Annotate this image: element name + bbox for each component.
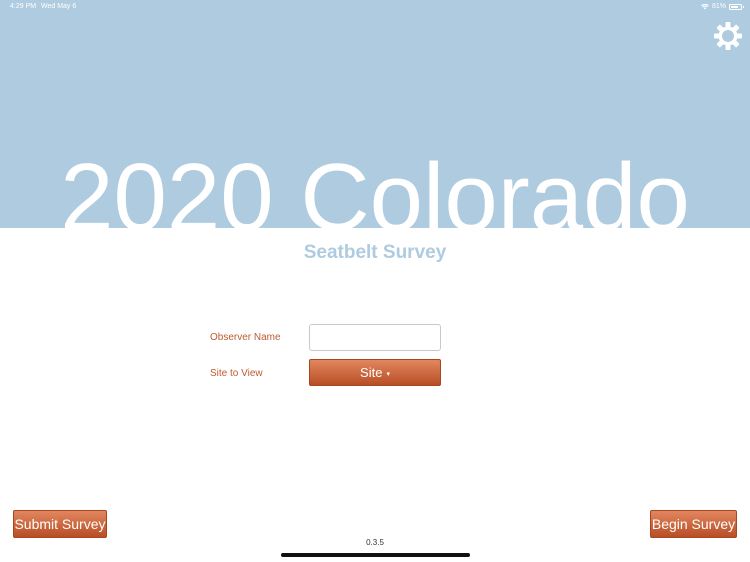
begin-survey-button[interactable]: Begin Survey [650, 510, 737, 538]
submit-survey-button[interactable]: Submit Survey [13, 510, 107, 538]
observer-name-label: Observer Name [210, 332, 281, 343]
status-bar: 4:29 PM Wed May 6 81% [0, 0, 750, 14]
page-title-text: 2020 Colorado [60, 150, 690, 228]
observer-name-input[interactable] [309, 324, 441, 351]
caret-down-icon: ▾ [386, 370, 390, 378]
version-label: 0.3.5 [366, 538, 384, 547]
battery-percent: 81% [711, 3, 726, 10]
status-time: 4:29 PM [10, 3, 37, 10]
battery-icon [729, 3, 744, 10]
status-date: Wed May 6 [41, 3, 77, 10]
status-indicators: 81% [700, 3, 744, 10]
site-dropdown-button[interactable]: Site ▾ [309, 359, 441, 386]
gear-icon [714, 22, 742, 50]
home-indicator[interactable] [281, 553, 470, 557]
site-button-label: Site [360, 365, 383, 380]
page-subtitle: Seatbelt Survey [303, 242, 447, 263]
site-to-view-label: Site to View [210, 368, 263, 379]
settings-button[interactable] [710, 18, 746, 54]
wifi-icon [700, 3, 709, 9]
page-title: 2020 Colorado [0, 150, 750, 228]
app-screen: 4:29 PM Wed May 6 81% 2020 Colorado Seat… [0, 0, 750, 562]
